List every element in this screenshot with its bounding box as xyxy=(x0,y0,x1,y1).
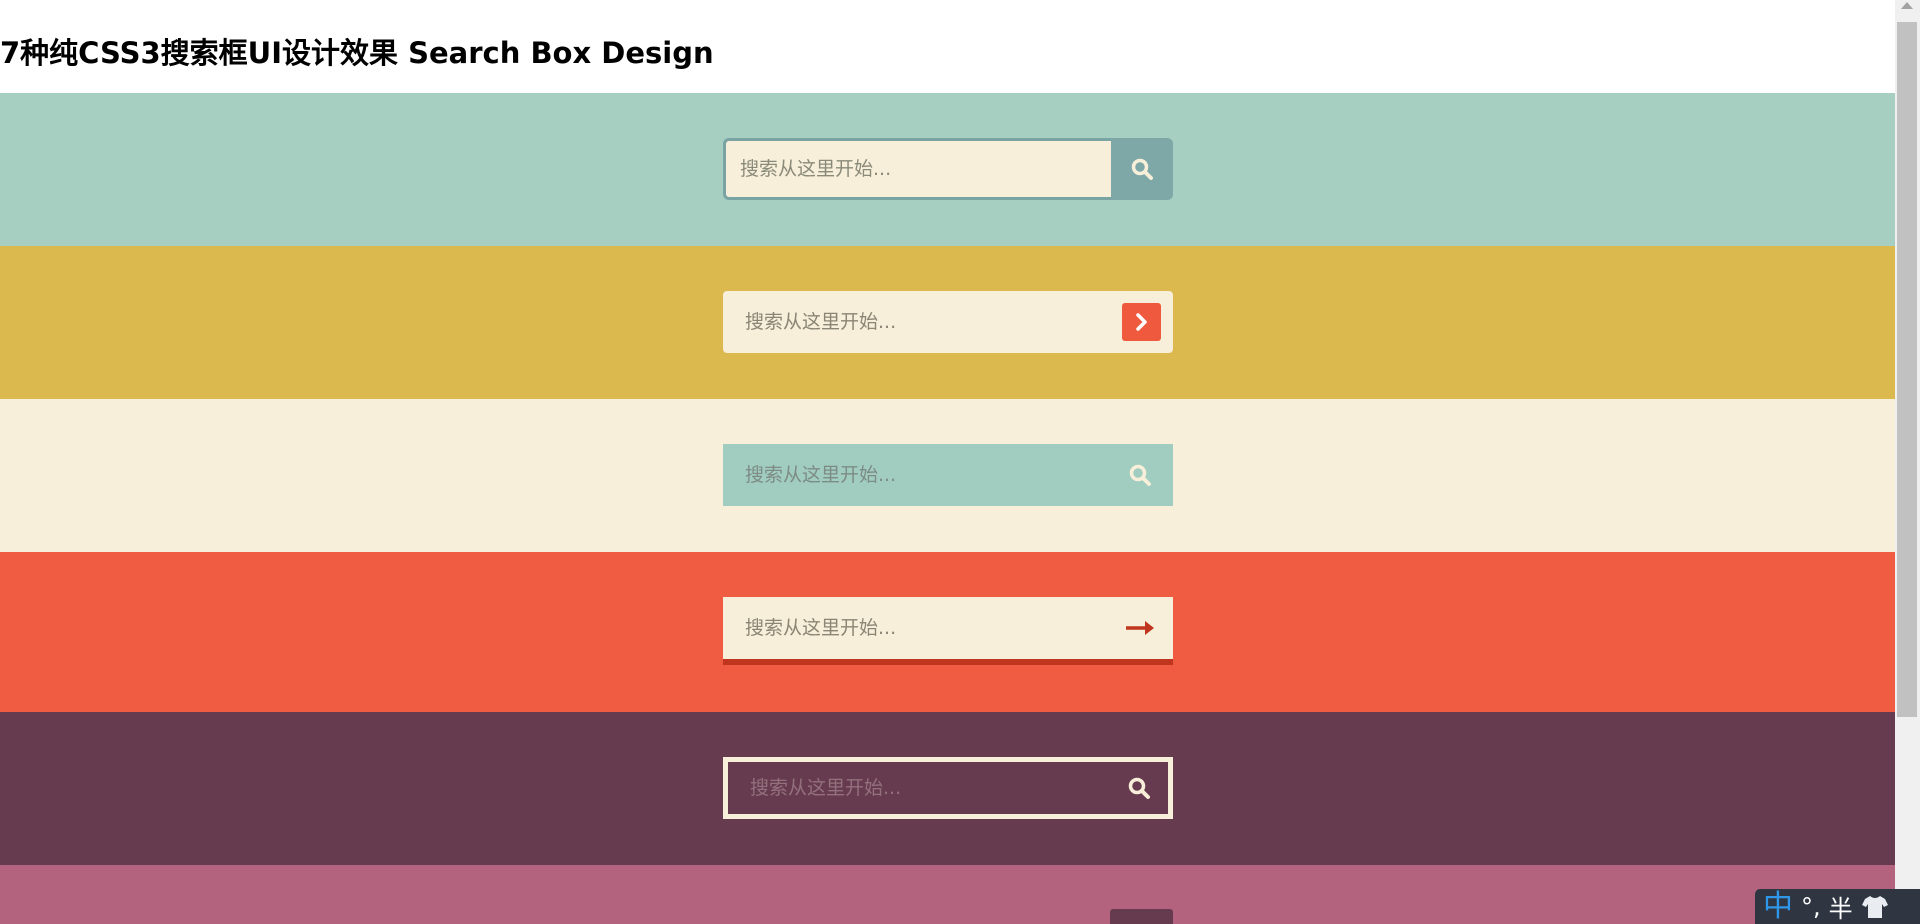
search-icon xyxy=(1129,464,1151,486)
scroll-thumb[interactable] xyxy=(1897,22,1917,717)
search-button-6[interactable] xyxy=(1110,909,1173,924)
search-button-1[interactable] xyxy=(1111,138,1173,200)
search-input-4[interactable] xyxy=(723,597,1173,659)
ime-width-toggle[interactable]: 半 xyxy=(1829,889,1853,924)
band-2 xyxy=(0,246,1895,399)
page: 7种纯CSS3搜索框UI设计效果 Search Box Design 搜索从这里… xyxy=(0,0,1920,924)
search-box-4 xyxy=(723,597,1173,665)
search-input-5[interactable] xyxy=(728,762,1168,814)
search-input-2[interactable] xyxy=(723,291,1173,353)
band-3 xyxy=(0,399,1895,552)
submit-button-4[interactable] xyxy=(1119,607,1161,649)
submit-button-2[interactable] xyxy=(1122,303,1161,341)
arrow-right-icon xyxy=(1126,621,1154,635)
ime-language-toggle[interactable]: 中 xyxy=(1763,891,1793,922)
search-input-1[interactable] xyxy=(726,141,1173,197)
band-4 xyxy=(0,552,1895,712)
search-box-3 xyxy=(723,444,1173,506)
ime-toolbar[interactable]: 中 °, 半 xyxy=(1755,889,1920,924)
band-6 xyxy=(0,865,1895,924)
page-title: 7种纯CSS3搜索框UI设计效果 Search Box Design xyxy=(0,36,714,70)
content: 7种纯CSS3搜索框UI设计效果 Search Box Design xyxy=(0,0,1895,924)
search-box-5 xyxy=(723,757,1173,819)
search-button-3[interactable] xyxy=(1119,454,1161,496)
shirt-icon[interactable] xyxy=(1861,894,1889,920)
search-box-1 xyxy=(723,138,1173,200)
chevron-right-icon xyxy=(1135,313,1147,331)
search-icon xyxy=(1128,777,1150,799)
scroll-up-arrow-icon[interactable] xyxy=(1901,2,1913,9)
ime-punctuation-toggle[interactable]: °, xyxy=(1801,893,1821,921)
search-button-5[interactable] xyxy=(1118,767,1160,809)
search-box-2 xyxy=(723,291,1173,353)
vertical-scrollbar[interactable] xyxy=(1895,0,1920,924)
search-icon xyxy=(1131,158,1153,180)
band-1 xyxy=(0,93,1895,246)
search-input-3[interactable] xyxy=(723,444,1173,506)
band-5 xyxy=(0,712,1895,865)
